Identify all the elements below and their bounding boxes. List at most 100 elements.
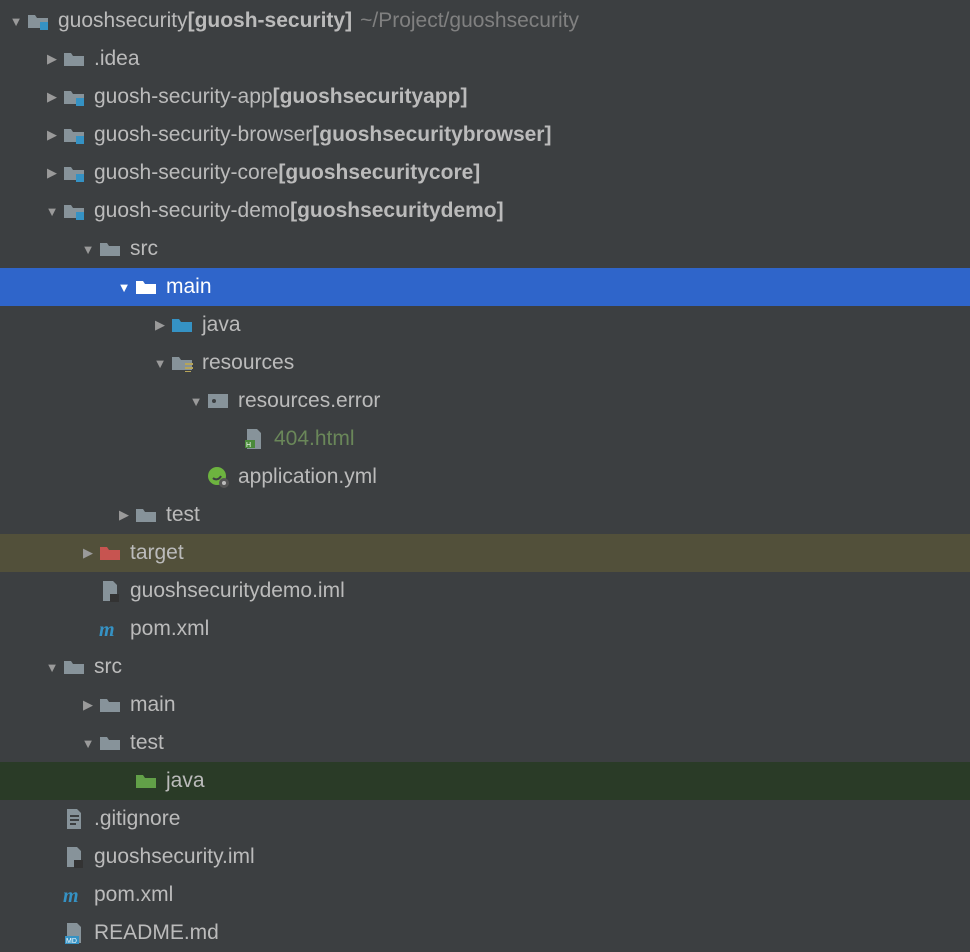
tree-label: test <box>130 731 164 755</box>
tree-label: main <box>166 275 212 299</box>
tree-label: [guoshsecurityapp] <box>273 85 468 109</box>
module-folder-icon <box>26 9 50 33</box>
folder-icon <box>63 50 85 68</box>
tree-row[interactable]: ▶ guosh-security-app [guoshsecurityapp] <box>0 78 970 116</box>
chevron-down-icon[interactable]: ▼ <box>186 394 206 409</box>
module-folder-icon <box>63 202 85 220</box>
tree-row[interactable]: java <box>0 762 970 800</box>
svg-text:MD: MD <box>66 938 77 944</box>
excluded-folder-icon <box>99 544 121 562</box>
tree-row[interactable]: ▼ src <box>0 230 970 268</box>
html-file-icon: H <box>244 428 264 450</box>
folder-icon <box>99 696 121 714</box>
tree-row[interactable]: ▼ guosh-security-demo [guoshsecuritydemo] <box>0 192 970 230</box>
resources-folder-icon <box>171 354 193 372</box>
tree-row[interactable]: ▼ resources.error <box>0 382 970 420</box>
module-folder-icon <box>62 123 86 147</box>
tree-label: test <box>166 503 200 527</box>
tree-row[interactable]: .gitignore <box>0 800 970 838</box>
tree-row[interactable]: m pom.xml <box>0 876 970 914</box>
tree-label: guoshsecurity <box>58 9 188 33</box>
chevron-down-icon[interactable]: ▼ <box>78 242 98 257</box>
chevron-right-icon[interactable]: ▶ <box>78 545 98 561</box>
tree-label: guosh-security-demo <box>94 199 290 223</box>
tree-row[interactable]: H 404.html <box>0 420 970 458</box>
module-folder-icon <box>62 161 86 185</box>
chevron-right-icon[interactable]: ▶ <box>42 89 62 105</box>
tree-label: pom.xml <box>94 883 173 907</box>
chevron-right-icon[interactable]: ▶ <box>150 317 170 333</box>
tree-label: [guoshsecuritydemo] <box>290 199 504 223</box>
tree-label: resources.error <box>238 389 380 413</box>
chevron-down-icon[interactable]: ▼ <box>6 14 26 29</box>
tree-row[interactable]: MDREADME.md <box>0 914 970 952</box>
tree-row[interactable]: ▼ test <box>0 724 970 762</box>
tree-label: guosh-security-core <box>94 161 278 185</box>
tree-row[interactable]: ▶ .idea <box>0 40 970 78</box>
maven-file-icon: m <box>62 883 86 907</box>
iml-file-icon <box>98 579 122 603</box>
chevron-right-icon[interactable]: ▶ <box>114 507 134 523</box>
maven-file-icon: m <box>99 618 121 640</box>
folder-icon <box>98 237 122 261</box>
folder-icon <box>62 655 86 679</box>
text-file-icon <box>62 807 86 831</box>
source-folder-icon <box>170 313 194 337</box>
iml-file-icon <box>100 580 120 602</box>
tree-row[interactable]: guoshsecuritydemo.iml <box>0 572 970 610</box>
folder-icon <box>62 47 86 71</box>
folder-icon <box>134 503 158 527</box>
tree-row[interactable]: ▼ main <box>0 268 970 306</box>
folder-icon <box>99 734 121 752</box>
tree-row[interactable]: ▶guosh-security-core [guoshsecuritycore] <box>0 154 970 192</box>
source-folder-icon <box>171 316 193 334</box>
tree-label: .gitignore <box>94 807 180 831</box>
tree-row[interactable]: ▶main <box>0 686 970 724</box>
tree-label: src <box>94 655 122 679</box>
tree-row[interactable]: m pom.xml <box>0 610 970 648</box>
tree-row[interactable]: ▶ target <box>0 534 970 572</box>
package-icon <box>206 389 230 413</box>
module-folder-icon <box>63 88 85 106</box>
tree-row[interactable]: guoshsecurity.iml <box>0 838 970 876</box>
tree-row[interactable]: application.yml <box>0 458 970 496</box>
chevron-down-icon[interactable]: ▼ <box>114 280 134 295</box>
excluded-folder-icon <box>98 541 122 565</box>
tree-row[interactable]: ▼ resources <box>0 344 970 382</box>
tree-label: guoshsecurity.iml <box>94 845 255 869</box>
tree-label: 404.html <box>274 427 355 451</box>
module-folder-icon <box>62 85 86 109</box>
tree-label: target <box>130 541 184 565</box>
chevron-down-icon[interactable]: ▼ <box>150 356 170 371</box>
chevron-down-icon[interactable]: ▼ <box>78 736 98 751</box>
chevron-right-icon[interactable]: ▶ <box>42 165 62 181</box>
chevron-right-icon[interactable]: ▶ <box>42 127 62 143</box>
tree-row[interactable]: ▶ test <box>0 496 970 534</box>
chevron-down-icon[interactable]: ▼ <box>42 660 62 675</box>
chevron-down-icon[interactable]: ▼ <box>42 204 62 219</box>
tree-label: guosh-security-browser <box>94 123 312 147</box>
svg-text:m: m <box>99 619 115 640</box>
svg-text:m: m <box>63 885 79 906</box>
folder-icon <box>98 731 122 755</box>
module-folder-icon <box>63 126 85 144</box>
tree-row[interactable]: ▶java <box>0 306 970 344</box>
chevron-right-icon[interactable]: ▶ <box>42 51 62 67</box>
folder-icon <box>135 278 157 296</box>
md-file-icon: MD <box>62 921 86 945</box>
tree-label: .idea <box>94 47 140 71</box>
tree-label: resources <box>202 351 294 375</box>
tree-label: guosh-security-app <box>94 85 273 109</box>
tree-row[interactable]: ▼ src <box>0 648 970 686</box>
html-file-icon: H <box>242 427 266 451</box>
tree-label: [guoshsecuritybrowser] <box>312 123 551 147</box>
spring-file-icon <box>206 465 230 489</box>
tree-label: java <box>166 769 205 793</box>
project-tree: ▼guoshsecurity [guosh-security]~/Project… <box>0 0 970 952</box>
tree-row[interactable]: ▼guoshsecurity [guosh-security]~/Project… <box>0 2 970 40</box>
text-file-icon <box>64 808 84 830</box>
tree-row[interactable]: ▶ guosh-security-browser [guoshsecuritybr… <box>0 116 970 154</box>
tree-label: src <box>130 237 158 261</box>
tree-label: pom.xml <box>130 617 209 641</box>
chevron-right-icon[interactable]: ▶ <box>78 697 98 713</box>
